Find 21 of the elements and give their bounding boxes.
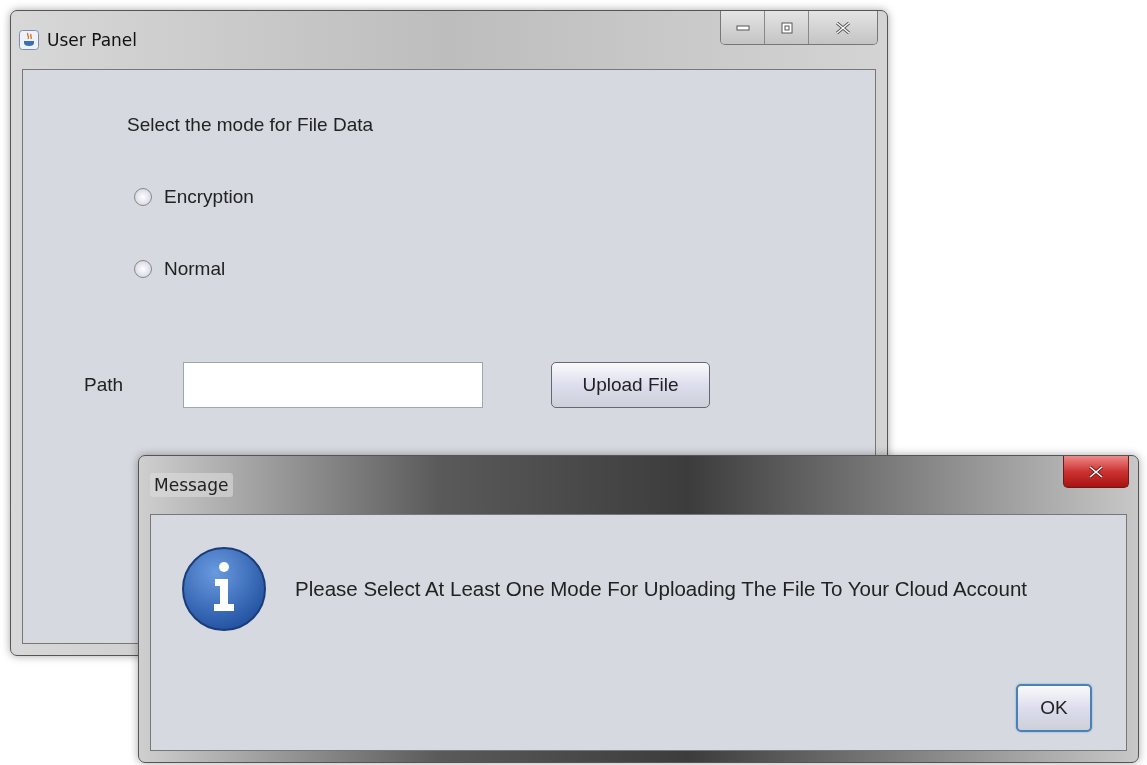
dialog-title: Message [150,473,233,497]
info-icon [181,546,267,632]
cup-icon [19,30,39,50]
path-field[interactable] [183,362,483,408]
minimize-icon [735,24,750,31]
minimize-button[interactable] [721,11,765,44]
radio-button[interactable] [134,260,152,278]
maximize-icon [780,21,793,34]
upload-file-button[interactable]: Upload File [551,362,710,408]
ok-button[interactable]: OK [1016,684,1092,732]
path-label: Path [84,374,125,396]
mode-prompt: Select the mode for File Data [127,114,375,137]
close-icon [835,20,851,35]
radio-button[interactable] [134,188,152,206]
radio-label: Encryption [164,186,254,208]
message-text: Please Select At Least One Mode For Uploading The File To Your Cloud Account [295,577,1027,601]
window-title: User Panel [47,30,137,50]
maximize-button[interactable] [765,11,809,44]
close-button[interactable] [1063,456,1129,488]
close-icon [1088,464,1104,479]
radio-label: Normal [164,258,226,280]
